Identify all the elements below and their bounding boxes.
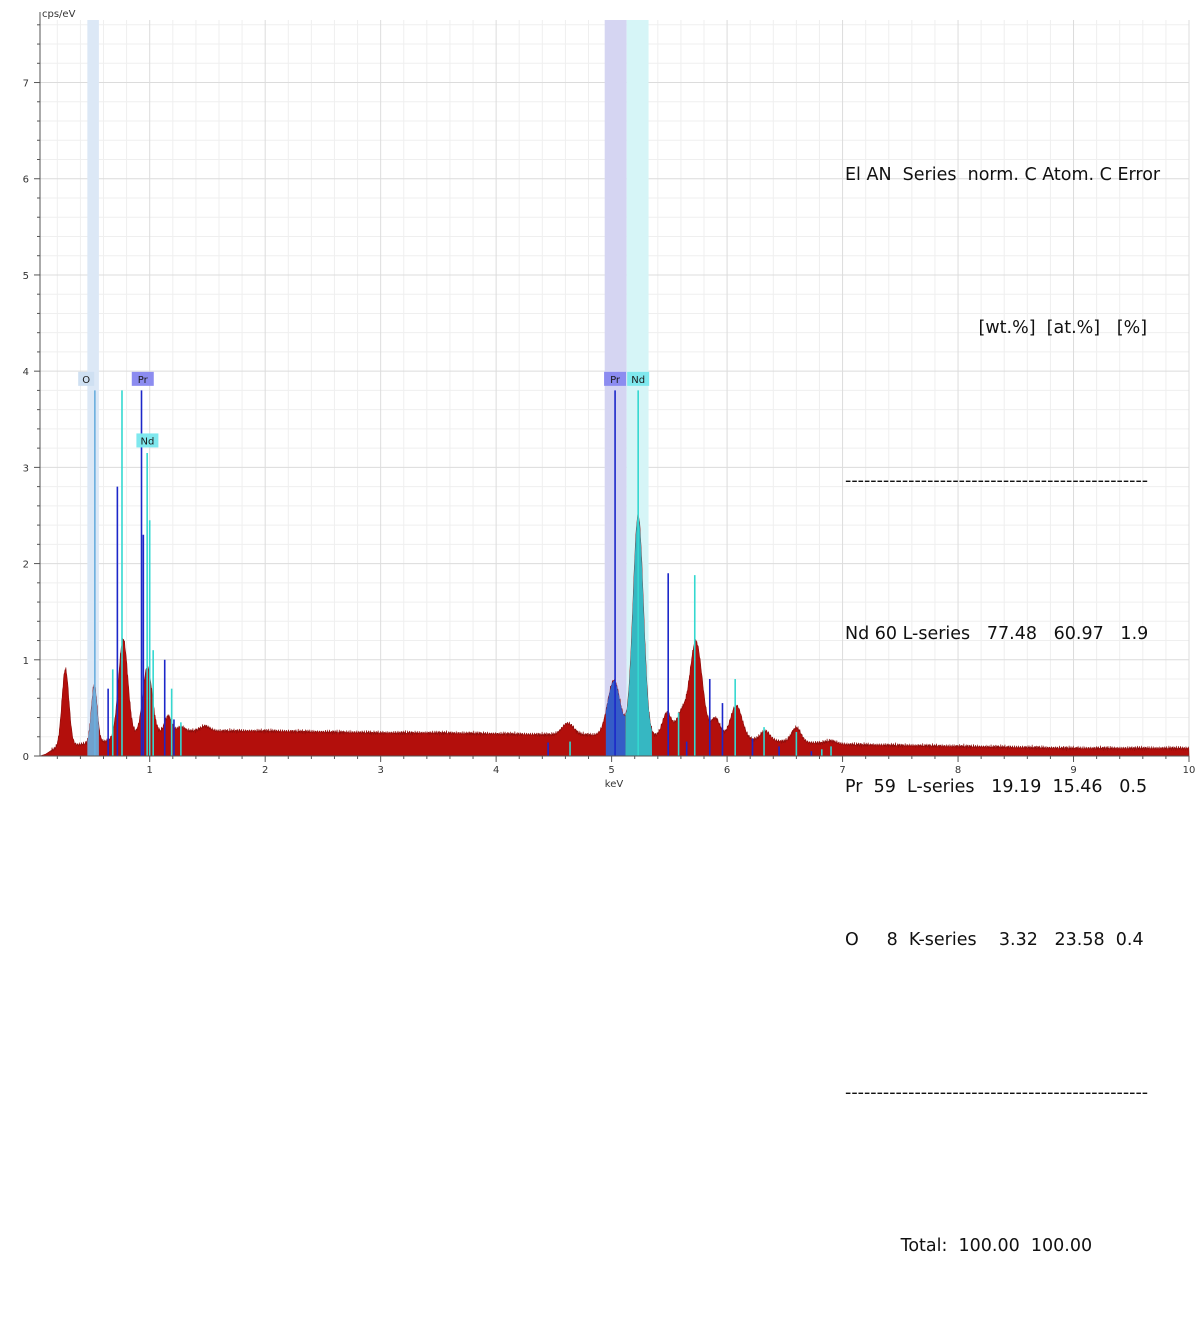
tag-label-nd: Nd bbox=[140, 436, 154, 447]
y-axis-title: cps/eV bbox=[42, 9, 76, 20]
y-tick-label: 2 bbox=[23, 560, 29, 571]
x-tick-label: 3 bbox=[377, 765, 383, 776]
y-tick-label: 3 bbox=[23, 463, 29, 474]
x-tick-label: 10 bbox=[1183, 765, 1196, 776]
x-tick-label: 1 bbox=[147, 765, 153, 776]
x-tick-label: 4 bbox=[493, 765, 499, 776]
tag-label-pr: Pr bbox=[610, 375, 621, 386]
results-total: Total: 100.00 100.00 bbox=[845, 1236, 1093, 1256]
x-tick-label: 6 bbox=[724, 765, 730, 776]
results-header: El AN Series norm. C Atom. C Error bbox=[845, 165, 1161, 185]
tag-label-nd: Nd bbox=[631, 375, 645, 386]
x-axis-title: keV bbox=[605, 779, 624, 790]
results-units: [wt.%] [at.%] [%] bbox=[845, 318, 1148, 338]
y-tick-label: 6 bbox=[23, 175, 29, 186]
tag-label-o: O bbox=[82, 375, 90, 386]
y-tick-label: 0 bbox=[23, 752, 29, 763]
results-row-pr: Pr 59 L-series 19.19 15.46 0.5 bbox=[845, 777, 1148, 797]
results-separator-top: ----------------------------------------… bbox=[845, 471, 1149, 491]
results-separator-bottom: ----------------------------------------… bbox=[845, 1083, 1149, 1103]
x-tick-label: 5 bbox=[608, 765, 614, 776]
y-tick-label: 4 bbox=[23, 367, 29, 378]
element-marker-lines bbox=[94, 390, 832, 756]
y-tick-label: 1 bbox=[23, 656, 29, 667]
tag-label-pr: Pr bbox=[138, 375, 149, 386]
band-o bbox=[87, 20, 99, 756]
element-highlight-bands bbox=[87, 20, 649, 756]
x-tick-label: 2 bbox=[262, 765, 268, 776]
y-tick-label: 7 bbox=[23, 79, 29, 90]
results-row-o: O 8 K-series 3.32 23.58 0.4 bbox=[845, 930, 1144, 950]
results-row-nd: Nd 60 L-series 77.48 60.97 1.9 bbox=[845, 624, 1149, 644]
y-tick-label: 5 bbox=[23, 271, 29, 282]
quantification-results-panel: El AN Series norm. C Atom. C Error [wt.%… bbox=[845, 48, 1175, 1323]
